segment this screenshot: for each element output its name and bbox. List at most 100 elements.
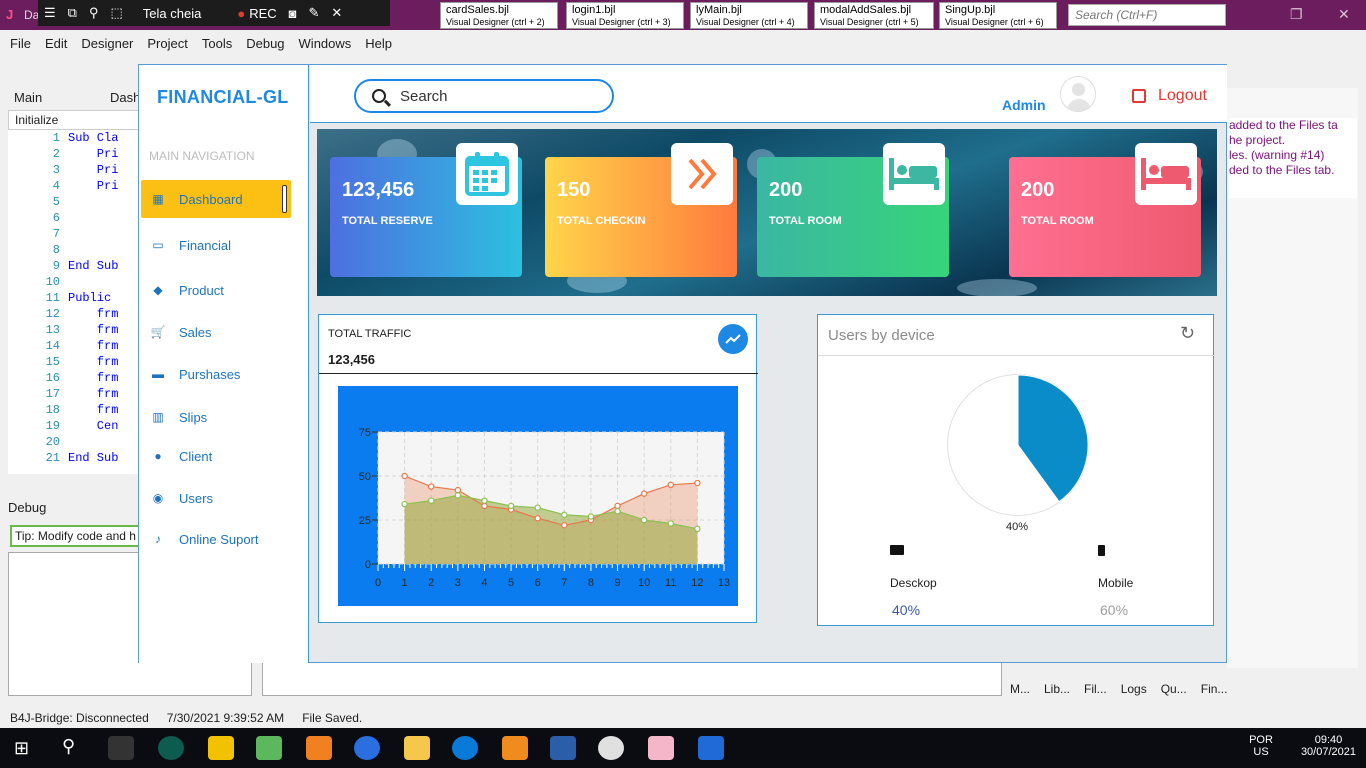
sidebar-item-users[interactable]: ◉ Users — [141, 479, 291, 517]
b4j-icon[interactable] — [648, 736, 674, 760]
search-icon[interactable]: ⚲ — [62, 736, 75, 757]
right-tab[interactable]: Fin... — [1201, 682, 1228, 696]
right-tab[interactable]: Qu... — [1161, 682, 1187, 696]
sidebar-item-financial[interactable]: ▭ Financial — [141, 226, 291, 264]
task-view-icon[interactable] — [108, 736, 134, 760]
code-text: Public — [68, 291, 112, 305]
code-line: 2 Pri — [8, 146, 140, 162]
search-box[interactable]: Search — [354, 79, 614, 113]
window-icon[interactable]: ⧉ — [68, 5, 77, 21]
fullscreen-label[interactable]: Tela cheia — [143, 6, 202, 21]
folder-icon[interactable] — [404, 736, 430, 760]
clover-icon[interactable] — [256, 736, 282, 760]
warnings-list: added to the Files ta he project. les. (wa… — [1229, 118, 1357, 198]
logout-button[interactable]: Logout — [1132, 87, 1207, 105]
sidebar-item-product[interactable]: ◆ Product — [141, 271, 291, 309]
stat-card[interactable]: 200 TOTAL ROOM — [757, 143, 949, 277]
doc-tab[interactable]: login1.bjl Visual Designer (ctrl + 3) — [566, 2, 684, 29]
doc-tab-name: lyMain.bjl — [696, 4, 742, 16]
sidebar-item-purshases[interactable]: ▬ Purshases — [141, 355, 291, 393]
menu-item[interactable]: Debug — [246, 36, 284, 51]
bed-icon — [883, 143, 945, 205]
recorder-icon[interactable] — [598, 736, 624, 760]
line-number: 16 — [45, 371, 60, 385]
warning-app-icon[interactable] — [208, 736, 234, 760]
restore-icon[interactable]: ❐ — [1290, 6, 1303, 23]
sidebar-item-dashboard[interactable]: ▦ Dashboard — [141, 180, 291, 218]
right-tab[interactable]: Lib... — [1044, 682, 1070, 696]
windows-taskbar: ⊞ ⚲ POR US 09:40 30/07/2021 — [0, 728, 1366, 768]
menu-item[interactable]: Help — [365, 36, 392, 51]
user-circle-icon: ◉ — [152, 491, 164, 505]
pen-icon[interactable]: ✎ — [309, 5, 320, 21]
double-chevron-right-icon — [671, 143, 733, 205]
ide-search-input[interactable]: Search (Ctrl+F) — [1068, 4, 1226, 26]
firefox-icon[interactable] — [354, 736, 380, 760]
tab-main[interactable]: Main — [14, 90, 42, 105]
avatar[interactable] — [1060, 76, 1096, 112]
tip-box: Tip: Modify code and h — [10, 525, 140, 547]
search-input[interactable]: Search — [400, 88, 448, 105]
right-tab[interactable]: Fil... — [1084, 682, 1107, 696]
code-editor[interactable]: 1 Sub Cla 2 Pri 3 Pri 4 Pri 5 6 7 8 9 End Sub 10 11 P… — [8, 130, 140, 474]
data-point — [401, 500, 408, 508]
line-number: 17 — [45, 387, 60, 401]
vlc-icon[interactable] — [306, 736, 332, 760]
menu-item[interactable]: Windows — [299, 36, 352, 51]
sidebar-item-sales[interactable]: 🛒 Sales — [141, 313, 291, 351]
close-window-icon[interactable]: ✕ — [1338, 6, 1350, 23]
menu-icon[interactable]: ☰ — [44, 5, 56, 21]
refresh-icon[interactable]: ↻ — [1180, 323, 1195, 344]
clock: 09:40 — [1314, 734, 1343, 746]
menu-item[interactable]: Project — [147, 36, 187, 51]
money-icon: ▭ — [152, 238, 164, 252]
magnifier-icon[interactable]: ⚲ — [89, 5, 99, 21]
ultraviewer-icon[interactable] — [158, 736, 184, 760]
windows-start-icon[interactable]: ⊞ — [14, 738, 29, 759]
doc-tab-name: SingUp.bjl — [945, 4, 996, 16]
crop-icon[interactable]: ⬚ — [110, 5, 122, 21]
stat-label: TOTAL RESERVE — [342, 215, 433, 227]
edge-icon[interactable] — [452, 736, 478, 760]
stat-card[interactable]: 123,456 TOTAL RESERVE — [330, 143, 522, 277]
sublime-icon[interactable] — [502, 736, 528, 760]
data-point — [428, 483, 435, 490]
camera-icon[interactable]: ◙ — [289, 6, 297, 21]
initialize-combo[interactable]: Initialize — [8, 110, 140, 130]
ide-statusbar: B4J-Bridge: Disconnected 7/30/2021 9:39:… — [0, 708, 1366, 728]
x-tick-label: 11 — [665, 577, 676, 589]
doc-tab[interactable]: cardSales.bjl Visual Designer (ctrl + 2) — [440, 2, 558, 29]
right-tab[interactable]: Logs — [1121, 682, 1147, 696]
record-dot-icon[interactable]: ● — [237, 6, 245, 21]
sidebar-item-label: Dashboard — [179, 191, 243, 207]
topbar: Search Admin Logout — [310, 65, 1227, 123]
doc-tab[interactable]: modalAddSales.bjl Visual Designer (ctrl +… — [814, 2, 934, 29]
stat-card[interactable]: 150 TOTAL CHECKIN — [545, 143, 737, 277]
right-tab[interactable]: M... — [1010, 682, 1030, 696]
code-text: End Sub — [68, 451, 119, 465]
rec-label[interactable]: REC — [249, 6, 276, 21]
sidebar-item-slips[interactable]: ▥ Slips — [141, 398, 291, 436]
close-icon[interactable]: ✕ — [331, 5, 342, 21]
menu-item[interactable]: Edit — [45, 36, 67, 51]
doc-tab[interactable]: SingUp.bjl Visual Designer (ctrl + 6) — [939, 2, 1057, 29]
traffic-title: TOTAL TRAFFIC — [328, 328, 412, 340]
code-line: 17 frm — [8, 386, 140, 402]
sidebar-item-client[interactable]: ● Client — [141, 437, 291, 475]
sidebar-item-online-suport[interactable]: ♪ Online Suport — [141, 520, 291, 558]
data-point — [614, 507, 621, 515]
trending-up-icon[interactable] — [718, 324, 748, 354]
menu-item[interactable]: Tools — [202, 36, 232, 51]
word-icon[interactable] — [550, 736, 576, 760]
stat-value: 200 — [1021, 179, 1055, 201]
b4x-icon[interactable] — [698, 736, 724, 760]
logout-icon — [1132, 89, 1146, 103]
warning-line: added to the Files ta — [1229, 118, 1338, 132]
menu-item[interactable]: Designer — [81, 36, 133, 51]
menu-item[interactable]: File — [10, 36, 31, 51]
tab-dash[interactable]: Dash — [110, 90, 140, 105]
doc-tab[interactable]: lyMain.bjl Visual Designer (ctrl + 4) — [690, 2, 808, 29]
traffic-chart-container: 0 1 2 3 4 5 6 7 8 9 10 11 12 13 0 25 50 75 — [338, 386, 738, 606]
stat-card[interactable]: 200 TOTAL ROOM — [1009, 143, 1201, 277]
region: US — [1253, 746, 1269, 758]
